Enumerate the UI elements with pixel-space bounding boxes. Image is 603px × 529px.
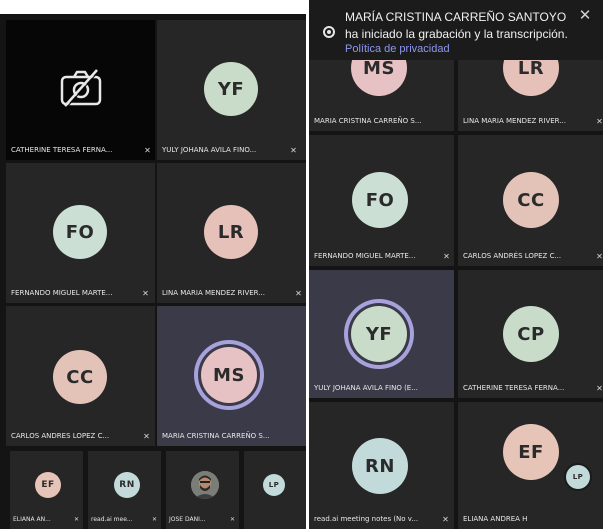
participant-tile-carlos[interactable]: CC CARLOS ANDRES LOPEZ C... ✕: [6, 306, 155, 446]
profile-photo: [191, 471, 219, 499]
participant-tile-yuly[interactable]: YF YULY JOHANA AVILA FINO... ✕: [157, 20, 306, 160]
participant-name: CARLOS ANDRÉS LOPEZ C...: [463, 252, 562, 260]
participant-mini-tile-jose[interactable]: JOSE DANI... ✕: [166, 451, 239, 529]
participant-name: read.ai meeting notes (No v...: [314, 515, 419, 523]
avatar: CC: [53, 350, 107, 404]
mic-muted-icon: ✕: [144, 146, 151, 155]
participant-mini-tile-lp[interactable]: LP: [244, 451, 306, 529]
participant-name: MARIA CRISTINA CARREÑO S...: [314, 117, 422, 125]
mic-muted-icon: ✕: [73, 516, 80, 523]
participant-name: LINA MARIA MENDEZ RIVER...: [162, 289, 265, 297]
avatar: EF: [35, 472, 61, 498]
mic-muted-icon: ✕: [596, 384, 603, 393]
mic-muted-icon: ✕: [442, 515, 449, 524]
participant-name: MARIA CRISTINA CARREÑO S...: [162, 432, 270, 440]
avatar: RN: [352, 438, 408, 494]
participant-name: FERNANDO MIGUEL MARTE...: [314, 252, 416, 260]
avatar: LP: [263, 474, 285, 496]
meeting-grid-right: MS MARIA CRISTINA CARREÑO S... LR LINA M…: [309, 0, 603, 529]
avatar: RN: [114, 472, 140, 498]
mic-muted-icon: ✕: [142, 289, 149, 298]
mic-muted-icon: ✕: [229, 516, 236, 523]
participant-mini-tile-readai[interactable]: RN read.ai mee... ✕: [88, 451, 161, 529]
avatar: MS: [201, 347, 257, 403]
avatar: EF: [503, 424, 559, 480]
participant-name: CARLOS ANDRES LOPEZ C...: [11, 432, 110, 440]
participant-tile-catherine[interactable]: CATHERINE TERESA FERNA... ✕: [6, 20, 155, 160]
mic-muted-icon: ✕: [290, 146, 297, 155]
participant-tile-yuly-active-speaker[interactable]: YF YULY JOHANA AVILA FINO (E...: [309, 270, 454, 398]
participant-tile-carlos[interactable]: CC CARLOS ANDRÉS LOPEZ C... ✕: [458, 135, 603, 266]
avatar: LR: [204, 205, 258, 259]
mic-muted-icon: ✕: [143, 432, 150, 441]
participant-tile-eliana[interactable]: EF ELIANA ANDREA H LP: [458, 402, 603, 529]
participant-name: YULY JOHANA AVILA FINO...: [162, 146, 257, 154]
avatar: CP: [503, 306, 559, 362]
avatar: FO: [53, 205, 107, 259]
close-icon[interactable]: ✕: [577, 7, 593, 23]
participant-name: YULY JOHANA AVILA FINO (E...: [314, 384, 418, 392]
mic-muted-icon: ✕: [596, 117, 603, 126]
participant-name: LINA MARIA MENDEZ RIVER...: [463, 117, 566, 125]
participant-tile-catherine[interactable]: CP CATHERINE TERESA FERNA... ✕: [458, 270, 603, 398]
notification-title: MARÍA CRISTINA CARREÑO SANTOYO: [345, 10, 567, 24]
avatar: YF: [351, 306, 407, 362]
participant-name: JOSE DANI...: [169, 516, 206, 523]
mic-muted-icon: ✕: [295, 289, 302, 298]
participant-name: FERNANDO MIGUEL MARTE...: [11, 289, 113, 297]
meeting-grid-left: CATHERINE TERESA FERNA... ✕ YF YULY JOHA…: [0, 14, 306, 529]
participant-tile-fernando[interactable]: FO FERNANDO MIGUEL MARTE... ✕: [309, 135, 454, 266]
participant-name: read.ai mee...: [91, 516, 133, 523]
participant-name: ELIANA ANDREA H: [463, 515, 528, 523]
participant-tile-readai[interactable]: RN read.ai meeting notes (No v... ✕: [309, 402, 454, 529]
participant-name: ELIANA AN...: [13, 516, 51, 523]
pip-avatar[interactable]: LP: [566, 465, 590, 489]
camera-off-icon: [60, 69, 102, 108]
mic-muted-icon: ✕: [443, 252, 450, 261]
participant-name: CATHERINE TERESA FERNA...: [11, 146, 113, 154]
avatar: YF: [204, 62, 258, 116]
avatar: CC: [503, 172, 559, 228]
participant-name: CATHERINE TERESA FERNA...: [463, 384, 565, 392]
recording-notification: MARÍA CRISTINA CARREÑO SANTOYO ha inicia…: [309, 0, 603, 60]
mic-muted-icon: ✕: [151, 516, 158, 523]
notification-message: ha iniciado la grabación y la transcripc…: [345, 27, 568, 41]
avatar: FO: [352, 172, 408, 228]
participant-tile-maria-active-speaker[interactable]: MS MARIA CRISTINA CARREÑO S...: [157, 306, 306, 446]
participant-tile-fernando[interactable]: FO FERNANDO MIGUEL MARTE... ✕: [6, 163, 155, 303]
recording-indicator-icon: [323, 26, 335, 38]
privacy-policy-link[interactable]: Política de privacidad: [345, 43, 450, 55]
participant-tile-lina[interactable]: LR LINA MARIA MENDEZ RIVER... ✕: [157, 163, 306, 303]
participant-mini-tile-eliana[interactable]: EF ELIANA AN... ✕: [10, 451, 83, 529]
mic-muted-icon: ✕: [596, 252, 603, 261]
